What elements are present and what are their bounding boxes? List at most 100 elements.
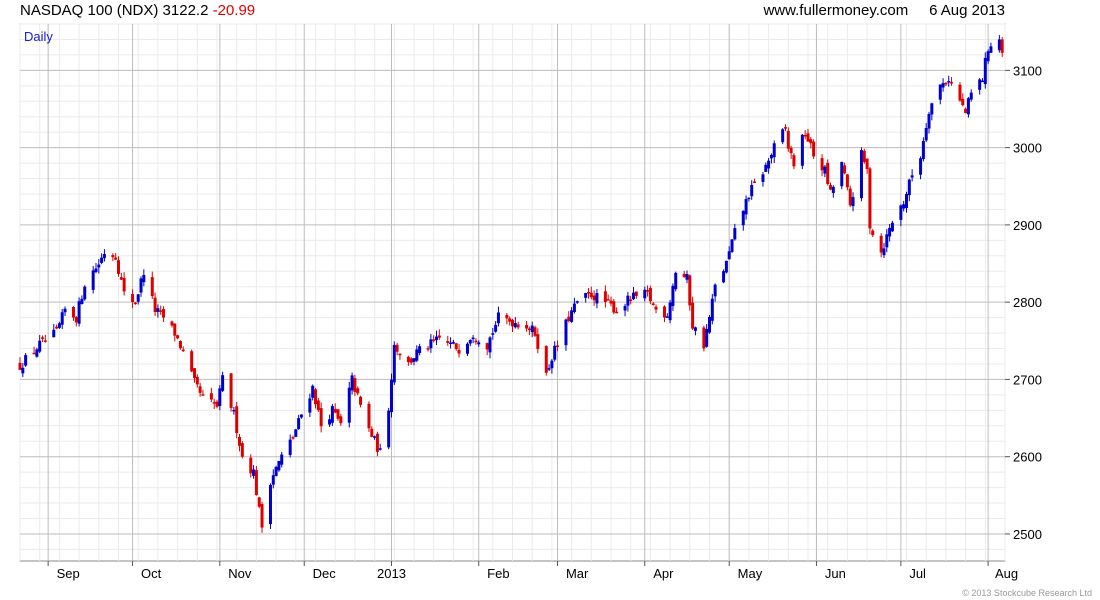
candle-down (356, 388, 360, 394)
candle-up (63, 308, 67, 313)
x-tick-label: Oct (141, 566, 162, 581)
candle-down (192, 368, 196, 378)
candle-down (662, 306, 666, 318)
x-tick-label: Jun (825, 566, 846, 581)
x-tick-label: Apr (653, 566, 674, 581)
x-tick-label: Nov (228, 566, 252, 581)
candle-up (547, 368, 551, 370)
y-tick-label: 3100 (1013, 63, 1042, 78)
candle-up (966, 98, 970, 115)
candle-down (871, 230, 875, 236)
candle-up (232, 409, 236, 412)
candle-down (651, 303, 655, 306)
candle-up (513, 323, 517, 328)
candle-down (426, 348, 430, 350)
candle-up (584, 292, 588, 298)
candle-up (288, 439, 292, 455)
candle-up (668, 302, 672, 321)
candle-down (178, 340, 182, 349)
candle-up (888, 227, 892, 237)
candle-down (868, 168, 872, 229)
candle-down (41, 337, 45, 339)
candle-down (809, 139, 813, 144)
candle-down (375, 433, 379, 452)
candle-down (629, 299, 633, 301)
candle-up (280, 454, 284, 465)
candle-down (527, 328, 531, 330)
candle-down (254, 470, 258, 496)
candle-down (43, 340, 47, 342)
candle-down (406, 356, 410, 363)
candle-up (769, 154, 773, 159)
candle-down (485, 343, 489, 350)
candle-up (77, 301, 81, 324)
candle-up (665, 316, 669, 318)
candle-up (57, 323, 61, 328)
candle-up (724, 260, 728, 273)
candle-down (195, 376, 199, 385)
candle-up (38, 340, 42, 352)
candle-down (533, 327, 537, 336)
candle-down (505, 315, 509, 319)
candle-down (319, 408, 323, 427)
candle-up (997, 39, 1001, 51)
candle-up (139, 278, 143, 293)
candle-down (457, 349, 461, 354)
candle-down (314, 389, 317, 405)
candle-up (882, 248, 886, 256)
x-tick-label: Mar (566, 566, 589, 581)
y-tick-label: 2900 (1013, 218, 1042, 233)
candle-up (986, 51, 990, 62)
candle-up (102, 254, 106, 259)
candle-down (260, 504, 264, 528)
y-tick-label: 2500 (1013, 527, 1042, 542)
x-tick-label: Dec (313, 566, 337, 581)
x-tick-label: Sep (57, 566, 80, 581)
candle-down (634, 291, 638, 297)
x-tick-label: Aug (995, 566, 1018, 581)
candle-up (685, 274, 689, 280)
candle-up (21, 367, 25, 374)
candle-up (741, 210, 745, 226)
candle-down (257, 497, 261, 507)
candle-up (330, 406, 334, 423)
candle-up (910, 175, 914, 178)
candle-down (508, 318, 512, 322)
candle-up (730, 239, 734, 252)
candle-up (271, 475, 275, 485)
candle-up (35, 349, 39, 357)
candle-down (536, 334, 540, 350)
candle-up (373, 436, 377, 438)
candle-up (744, 199, 748, 215)
candle-up (297, 418, 301, 430)
candle-down (454, 343, 458, 350)
candle-down (122, 277, 126, 292)
candle-down (291, 437, 295, 439)
candle-down (111, 255, 115, 258)
candle-down (240, 443, 244, 457)
candle-up (378, 448, 382, 450)
candle-down (437, 335, 441, 338)
candle-up (268, 484, 272, 525)
candle-up (722, 271, 726, 283)
candle-down (201, 394, 205, 396)
candle-up (733, 228, 737, 240)
candle-up (308, 398, 312, 413)
price-chart: 2500 2600 2700 2800 2900 3000 3100 Sep Oct Nov Dec… (18, 23, 1042, 581)
candle-up (530, 325, 534, 333)
candle-down (612, 301, 616, 313)
y-tick-label: 3000 (1013, 141, 1042, 156)
candle-down (474, 340, 478, 343)
candle-down (117, 260, 120, 274)
candle-up (418, 346, 422, 354)
candle-up (899, 205, 903, 220)
candle-up (294, 429, 298, 437)
candle-up (750, 185, 754, 197)
candle-down (131, 294, 135, 302)
candle-up (97, 264, 101, 268)
candle-down (682, 273, 686, 277)
candle-up (800, 134, 804, 166)
candle-up (947, 81, 951, 83)
candle-up (277, 460, 281, 471)
candle-down (336, 409, 340, 419)
